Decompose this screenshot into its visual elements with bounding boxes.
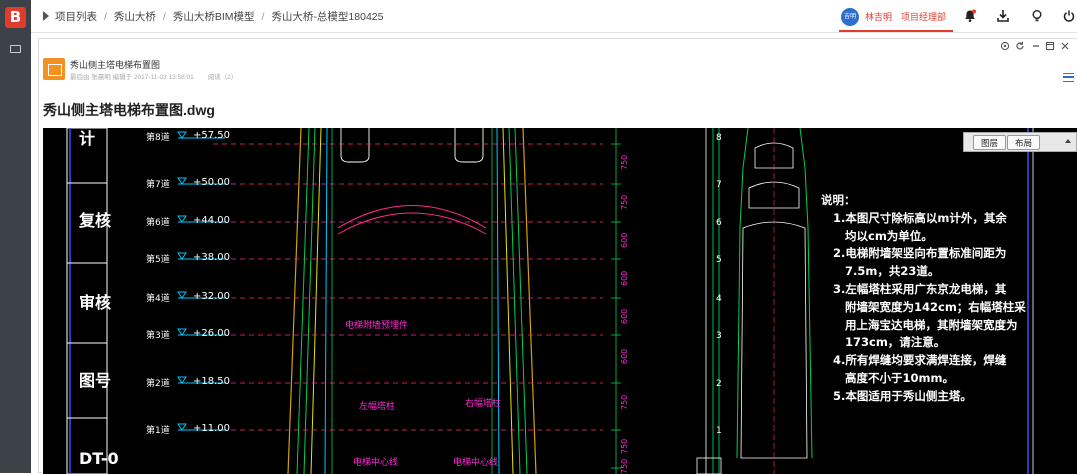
elevation-index: 4 [716, 294, 722, 304]
elevation-index: 7 [716, 180, 722, 190]
close-icon[interactable] [1059, 41, 1070, 55]
elevation-index: 3 [716, 331, 722, 341]
level-name: 第5道 [146, 253, 170, 265]
panel-window-controls [39, 39, 1077, 54]
user-menu[interactable]: 吉明 林吉明 项目经理部 [839, 6, 953, 32]
refresh-icon[interactable] [1014, 41, 1025, 55]
level-name: 第7道 [146, 178, 170, 190]
note-line: 2.电梯附墙架竖向布置标准间距为 [833, 246, 1007, 261]
document-meta: 最后由 张晨明 编辑于 2017-11-03 13:58:01 阅读（2） [70, 71, 237, 81]
document-header: 秀山侧主塔电梯布置图 最后由 张晨明 编辑于 2017-11-03 13:58:… [43, 57, 643, 85]
dim-label: 750 [620, 155, 629, 170]
document-icon [43, 58, 65, 80]
note-line: 173cm，请注意。 [845, 335, 946, 350]
note-line: 1.本图尺寸除标高以m计外，其余 [833, 210, 1007, 225]
share-icon[interactable] [999, 41, 1010, 55]
elevation-index: 8 [716, 133, 722, 143]
breadcrumb-project-list[interactable]: 项目列表 [55, 11, 97, 23]
level-name: 第4道 [146, 292, 170, 304]
elevation-index: 1 [716, 426, 722, 436]
elevation-index: 5 [716, 255, 722, 265]
level-elevation: +26.00 [193, 328, 230, 339]
elevation-index: 2 [716, 379, 722, 389]
note-line: 4.所有焊缝均要求满焊连接，焊缝 [833, 353, 1007, 368]
level-elevation: +38.00 [193, 252, 230, 263]
top-bar: 项目列表 / 秀山大桥 / 秀山大桥BIM模型 / 秀山大桥-总模型180425 吉明 林吉… [31, 0, 1077, 33]
restore-icon[interactable] [1044, 41, 1055, 55]
level-elevation: +44.00 [193, 215, 230, 226]
level-elevation: +18.50 [193, 376, 230, 387]
collapse-caret-icon[interactable] [1065, 139, 1071, 143]
dim-label: 600 [620, 309, 629, 324]
document-panel: 秀山侧主塔电梯布置图 最后由 张晨明 编辑于 2017-11-03 13:58:… [38, 38, 1077, 474]
level-name: 第1道 [146, 424, 170, 436]
level-elevation: +32.00 [193, 291, 230, 302]
breadcrumb-total-model[interactable]: 秀山大桥-总模型180425 [271, 11, 383, 23]
dim-label: 750 [620, 195, 629, 210]
cad-viewer[interactable]: 计 复核 审核 图号 DT-0 第8道 第7道 第6道 第5道 第4道 第3道 … [43, 128, 1077, 474]
document-read-count: 阅读（2） [207, 74, 238, 81]
label-elevator-centerline: 电梯中心线 [353, 456, 398, 468]
bulb-icon[interactable] [1030, 9, 1044, 23]
breadcrumb-bridge[interactable]: 秀山大桥 [114, 11, 156, 23]
bell-icon[interactable] [963, 9, 977, 23]
breadcrumb: 项目列表 / 秀山大桥 / 秀山大桥BIM模型 / 秀山大桥-总模型180425 [43, 9, 383, 24]
dim-label: 750 [620, 395, 629, 410]
level-name: 第3道 [146, 329, 170, 341]
note-line: 用上海宝达电梯，其附墙架宽度为 [845, 317, 1018, 332]
user-name: 林吉明 [865, 12, 893, 22]
label-right-column: 右幅塔柱 [465, 397, 501, 409]
breadcrumb-bim-model[interactable]: 秀山大桥BIM模型 [173, 11, 255, 23]
stamp-audit: 审核 [79, 293, 111, 312]
level-elevation: +11.00 [193, 423, 230, 434]
caret-right-icon[interactable] [43, 11, 49, 21]
power-icon[interactable] [1062, 9, 1076, 23]
level-name: 第8道 [146, 131, 170, 143]
note-line: 附墙架宽度为142cm；右幅塔柱采 [845, 299, 1026, 314]
stamp-drawing-no: 图号 [79, 371, 111, 390]
dim-label: 750 [620, 439, 629, 454]
elevation-index: 6 [716, 218, 722, 228]
note-line: 7.5m，共23道。 [845, 264, 940, 279]
level-name: 第6道 [146, 216, 170, 228]
note-line: 均以cm为单位。 [845, 228, 933, 243]
left-rail: B [0, 0, 31, 473]
stamp-drawing-code: DT-0 [79, 449, 119, 468]
stamp-design: 计 [79, 129, 95, 148]
level-name: 第2道 [146, 377, 170, 389]
stamp-review: 复核 [78, 211, 111, 230]
layer-toolbar: 图层 布局 [963, 132, 1077, 152]
file-title: 秀山侧主塔电梯布置图.dwg [43, 102, 215, 118]
document-title: 秀山侧主塔电梯布置图 [70, 60, 161, 70]
level-elevation: +50.00 [193, 177, 230, 188]
label-left-column: 左幅塔柱 [359, 400, 395, 412]
note-line: 3.左幅塔柱采用广东京龙电梯，其 [833, 281, 1007, 296]
app-logo[interactable]: B [5, 7, 26, 28]
download-icon[interactable] [996, 9, 1010, 23]
avatar: 吉明 [841, 8, 859, 26]
monitor-icon[interactable] [10, 45, 21, 53]
minimize-icon[interactable] [1030, 41, 1041, 55]
notes-heading: 说明： [821, 193, 856, 207]
note-line: 高度不小于10mm。 [845, 370, 954, 385]
layout-button[interactable]: 布局 [1007, 135, 1041, 150]
dim-label: 600 [620, 233, 629, 248]
dim-label: 600 [620, 271, 629, 286]
label-elevator-centerline: 电梯中心线 [453, 456, 498, 468]
label-embedded-part: 电梯附墙预埋件 [345, 319, 408, 331]
note-line: 5.本图适用于秀山侧主塔。 [833, 388, 972, 403]
user-role: 项目经理部 [901, 12, 947, 22]
dim-label: 750 [620, 459, 629, 474]
dim-label: 600 [620, 349, 629, 364]
layers-button[interactable]: 图层 [973, 135, 1007, 150]
list-menu-icon[interactable] [1063, 73, 1074, 82]
drawing-notes: 说明： 1.本图尺寸除标高以m计外，其余 均以cm为单位。 2.电梯附墙架竖向布… [821, 192, 1051, 406]
level-elevation: +57.50 [193, 130, 230, 141]
document-author-line: 最后由 张晨明 编辑于 2017-11-03 13:58:01 [70, 74, 194, 81]
